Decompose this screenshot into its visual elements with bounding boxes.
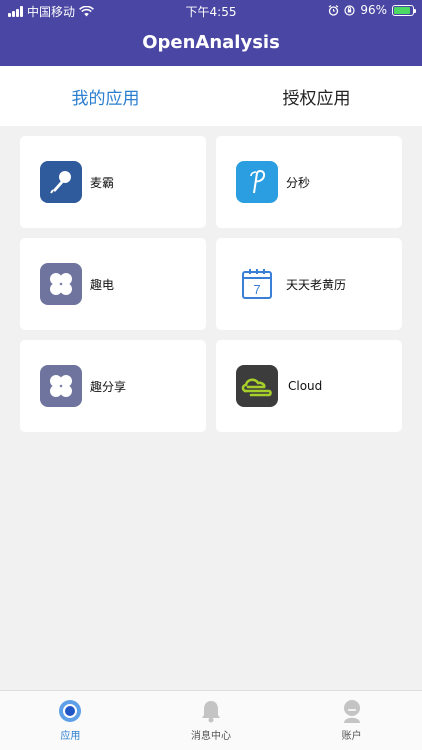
cloud-logo-icon xyxy=(236,365,278,407)
app-header: 中国移动 下午4:55 96% OpenAnalysis xyxy=(0,0,422,66)
calendar-day: 7 xyxy=(253,282,260,297)
battery-percent: 96% xyxy=(360,3,387,17)
battery-icon xyxy=(392,4,416,16)
nav-item-messages[interactable]: 消息中心 xyxy=(141,691,282,750)
app-card-qufenxiang[interactable]: 趣分享 xyxy=(20,340,206,432)
clover-icon xyxy=(40,263,82,305)
user-icon xyxy=(340,699,364,723)
status-bar: 中国移动 下午4:55 96% xyxy=(0,0,422,22)
alarm-icon xyxy=(328,4,339,16)
calendar-icon: 7 xyxy=(236,263,278,305)
app-circle-icon xyxy=(58,699,82,723)
page-title: OpenAnalysis xyxy=(142,32,280,53)
nav-label: 应用 xyxy=(60,731,81,742)
bell-icon xyxy=(199,699,223,723)
nav-item-apps[interactable]: 应用 xyxy=(0,691,141,750)
app-grid: 麦霸 分秒 趣电 7 天天老黄历 趣分享 Cloud xyxy=(20,136,402,432)
nav-label: 消息中心 xyxy=(191,731,231,742)
app-card-cloud[interactable]: Cloud xyxy=(216,340,402,432)
orientation-lock-icon xyxy=(344,4,355,16)
app-name: 趣电 xyxy=(90,277,115,292)
app-name: 趣分享 xyxy=(90,379,127,394)
bottom-nav: 应用 消息中心 账户 xyxy=(0,690,422,750)
app-card-fenmiao[interactable]: 分秒 xyxy=(216,136,402,228)
app-card-maiba[interactable]: 麦霸 xyxy=(20,136,206,228)
app-tabs: 我的应用 授权应用 xyxy=(0,66,422,126)
app-name: 麦霸 xyxy=(90,175,115,190)
clover-icon xyxy=(40,365,82,407)
app-name: Cloud xyxy=(288,379,323,393)
app-name: 天天老黄历 xyxy=(286,277,347,292)
app-card-tiantian-laohuangli[interactable]: 7 天天老黄历 xyxy=(216,238,402,330)
nav-label: 账户 xyxy=(341,731,362,742)
app-card-qudian[interactable]: 趣电 xyxy=(20,238,206,330)
microphone-icon xyxy=(40,161,82,203)
app-name: 分秒 xyxy=(286,175,311,190)
tab-authorized-apps[interactable]: 授权应用 xyxy=(211,66,422,126)
nav-item-account[interactable]: 账户 xyxy=(281,691,422,750)
tab-my-apps[interactable]: 我的应用 xyxy=(0,66,211,126)
fenmiao-p-icon xyxy=(236,161,278,203)
